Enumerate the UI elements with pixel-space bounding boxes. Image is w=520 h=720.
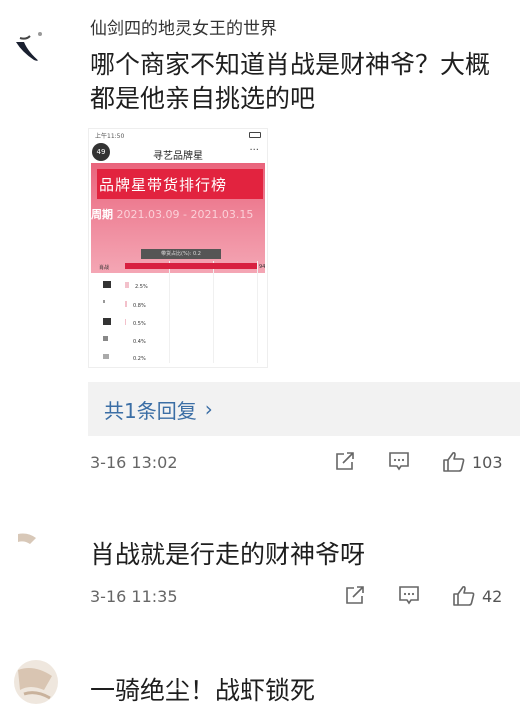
comment-text: 哪个商家不知道肖战是财神爷？大概都是他亲自挑选的吧: [90, 50, 491, 113]
comment-button[interactable]: [398, 584, 420, 606]
thumbs-up-icon: [443, 451, 465, 472]
embedded-image[interactable]: 上午11:50 49 寻艺品牌星 ··· 品牌星带货排行榜 周期 2021.03…: [88, 128, 268, 368]
avatar[interactable]: [14, 660, 58, 704]
avatar[interactable]: [18, 530, 40, 550]
comment-text: 肖战就是行走的财神爷呀: [90, 540, 366, 569]
row-value: 0.5%: [133, 321, 146, 327]
timestamp: 3-16 13:02: [90, 453, 178, 472]
chevron-right-icon: ›: [204, 397, 213, 421]
row-label: 肖战: [99, 265, 110, 271]
row-icon: [103, 336, 108, 341]
timestamp: 3-16 11:35: [90, 587, 178, 606]
share-button[interactable]: [344, 584, 366, 606]
like-button[interactable]: 42: [452, 584, 502, 608]
avatar-image: [16, 32, 42, 62]
share-button[interactable]: [334, 450, 356, 472]
bar: [125, 282, 129, 288]
share-icon: [346, 586, 364, 604]
row-icon: [103, 300, 105, 303]
period: 周期 2021.03.09 - 2021.03.15: [91, 207, 253, 223]
comment-text: 一骑绝尘！战虾锁死: [90, 676, 316, 705]
like-button[interactable]: 103: [442, 450, 503, 474]
period-label: 周期: [91, 208, 113, 221]
thumbs-up-icon: [453, 585, 475, 606]
period-value: 2021.03.09 - 2021.03.15: [116, 208, 254, 221]
row-icon: [103, 281, 111, 288]
row-value: 2.5%: [135, 284, 148, 290]
comment-actions: 3-16 13:02 103: [90, 450, 508, 478]
bar: [125, 319, 126, 325]
rank-title: 品牌星带货排行榜: [97, 169, 263, 199]
gridline: [257, 261, 258, 363]
row-value: 0.8%: [133, 303, 146, 309]
view-replies-button[interactable]: 共1条回复 ›: [88, 382, 520, 436]
app-title: 寻艺品牌星: [153, 151, 203, 162]
gridline: [169, 261, 170, 363]
avatar-image: [18, 668, 52, 700]
gridline: [213, 261, 214, 363]
comment-icon: [399, 586, 419, 605]
username[interactable]: 仙剑四的地灵女王的世界: [90, 14, 277, 39]
share-icon: [336, 452, 354, 470]
comment-button[interactable]: [388, 450, 410, 472]
like-count: 103: [472, 452, 503, 472]
row-value: 94: [259, 264, 266, 270]
row-icon: [103, 318, 111, 325]
row-value: 0.2%: [133, 356, 146, 362]
status-time: 上午11:50: [95, 133, 125, 140]
replies-label: 共1条回复: [104, 398, 197, 423]
like-count: 42: [482, 586, 503, 606]
comment-actions: 3-16 11:35 42: [90, 584, 508, 612]
avatar-image: [18, 533, 36, 544]
battery-icon: [249, 132, 261, 138]
chart-legend: 带货占比(%): 0.2: [141, 249, 221, 259]
row-icon: [103, 354, 109, 359]
bar: [125, 301, 127, 307]
avatar[interactable]: [10, 22, 50, 62]
bar: [125, 263, 257, 269]
more-icon: ···: [249, 145, 259, 156]
comment-icon: [389, 452, 409, 471]
row-value: 0.4%: [133, 339, 146, 345]
